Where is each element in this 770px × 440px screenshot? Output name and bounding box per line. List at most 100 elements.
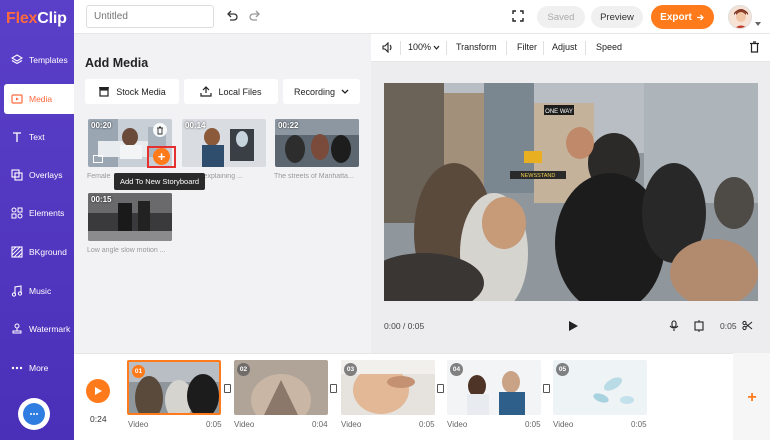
local-files-button[interactable]: Local Files [184,79,278,104]
sidebar-item-more[interactable]: More [0,353,74,383]
chevron-down-icon[interactable] [755,15,761,26]
timeline-clip[interactable]: 05 [553,360,647,415]
sidebar-item-label: Music [29,286,52,296]
export-label: Export [660,11,692,23]
sidebar-item-elements[interactable]: Elements [0,198,74,228]
overlays-icon [10,169,23,182]
chevron-down-icon [433,42,440,52]
fullscreen-icon[interactable] [512,10,524,22]
sidebar: FlexClip Templates Media Text Overlays E… [0,0,74,440]
watermark-icon [10,323,23,336]
clip-type-label: Video [128,420,149,429]
saved-button[interactable]: Saved [537,6,585,28]
sidebar-item-label: More [29,363,49,373]
sign-newsstand: NEWSSTAND [521,173,556,179]
clip-duration-label: 0:05 [206,420,222,429]
clip-number: 01 [132,365,145,378]
clip-duration: 0:05 [720,321,737,331]
media-duration: 00:22 [278,121,299,130]
media-caption: Low angle slow motion ... [87,247,166,254]
scissors-icon[interactable] [742,320,753,334]
chat-icon [23,403,45,425]
speed-button[interactable]: Speed [596,42,622,52]
more-icon [10,362,23,375]
media-caption: The streets of Manhatta... [274,173,354,180]
media-thumbnail[interactable]: 00:22 [275,119,359,167]
clip-type-label: Video [341,420,362,429]
transform-button[interactable]: Transform [456,42,497,52]
sidebar-item-bkground[interactable]: BKground [0,237,74,267]
sidebar-item-music[interactable]: Music [0,276,74,306]
timeline-clip[interactable]: 01 [127,360,221,415]
redo-icon[interactable] [248,9,262,23]
sidebar-item-label: Text [29,132,45,142]
transition-icon[interactable] [543,384,550,393]
clip-duration-label: 0:05 [631,420,647,429]
chat-support-button[interactable] [18,398,50,430]
aspect-ratio-icon[interactable] [693,320,705,335]
export-button[interactable]: Export [651,5,714,29]
media-duration: 00:14 [185,121,206,130]
clip-type-label: Video [234,420,255,429]
sidebar-item-label: Media [29,94,53,104]
sidebar-item-templates[interactable]: Templates [0,45,74,75]
upload-icon [200,86,213,97]
timeline-clip[interactable]: 02 [234,360,328,415]
delete-icon[interactable] [749,41,760,55]
sidebar-item-watermark[interactable]: Watermark [0,314,74,344]
recording-dropdown[interactable]: Recording [283,79,360,104]
zoom-dropdown[interactable]: 100% [408,42,440,52]
local-files-label: Local Files [218,86,262,97]
toolbar-divider [446,41,447,55]
clip-type-label: Video [447,420,468,429]
media-icon [10,93,23,106]
panel-title: Add Media [85,56,149,70]
add-to-storyboard-button[interactable]: + [153,148,170,165]
sidebar-item-overlays[interactable]: Overlays [0,160,74,190]
media-thumbnail[interactable]: 00:14 [182,119,266,167]
stock-media-button[interactable]: Stock Media [85,79,179,104]
toolbar-divider [585,41,586,55]
sidebar-item-label: Elements [29,208,65,218]
zoom-value: 100% [408,42,432,52]
total-time: 0:24 [90,414,107,424]
timeline-clip[interactable]: 04 [447,360,541,415]
clip-duration-label: 0:05 [525,420,541,429]
timeline-clip[interactable]: 03 [341,360,435,415]
sidebar-item-label: Watermark [29,324,71,334]
project-title-input[interactable] [86,5,214,28]
undo-icon[interactable] [225,9,239,23]
chevron-down-icon [341,89,349,94]
play-icon[interactable] [567,320,579,332]
clip-number: 03 [344,363,357,376]
music-icon [10,285,23,298]
volume-icon[interactable] [382,41,394,55]
clip-type-label: Video [553,420,574,429]
transition-icon[interactable] [330,384,337,393]
sign-one-way: ONE WAY [545,109,573,115]
clip-number: 04 [450,363,463,376]
transition-icon[interactable] [224,384,231,393]
adjust-button[interactable]: Adjust [552,42,577,52]
microphone-icon[interactable] [669,320,679,335]
toolbar-divider [543,41,544,55]
elements-icon [10,207,23,220]
sidebar-item-media[interactable]: Media [4,84,74,114]
user-avatar[interactable] [728,5,752,29]
top-bar: Saved Preview Export [74,0,770,34]
media-duration: 00:20 [91,121,112,130]
logo-part-clip: Clip [37,10,67,27]
timeline-play-button[interactable] [86,379,110,403]
add-clip-button[interactable]: + [745,389,759,406]
sidebar-item-text[interactable]: Text [0,122,74,152]
video-preview[interactable]: ONE WAY NEWSSTAND [384,83,758,301]
transition-icon[interactable] [437,384,444,393]
filter-button[interactable]: Filter [517,42,537,52]
preview-button[interactable]: Preview [591,6,643,28]
trash-icon[interactable] [153,123,167,137]
media-duration: 00:15 [91,195,112,204]
media-thumbnail[interactable]: 00:15 [88,193,172,241]
app-logo[interactable]: FlexClip [6,10,67,28]
toolbar-divider [506,41,507,55]
clip-number: 02 [237,363,250,376]
